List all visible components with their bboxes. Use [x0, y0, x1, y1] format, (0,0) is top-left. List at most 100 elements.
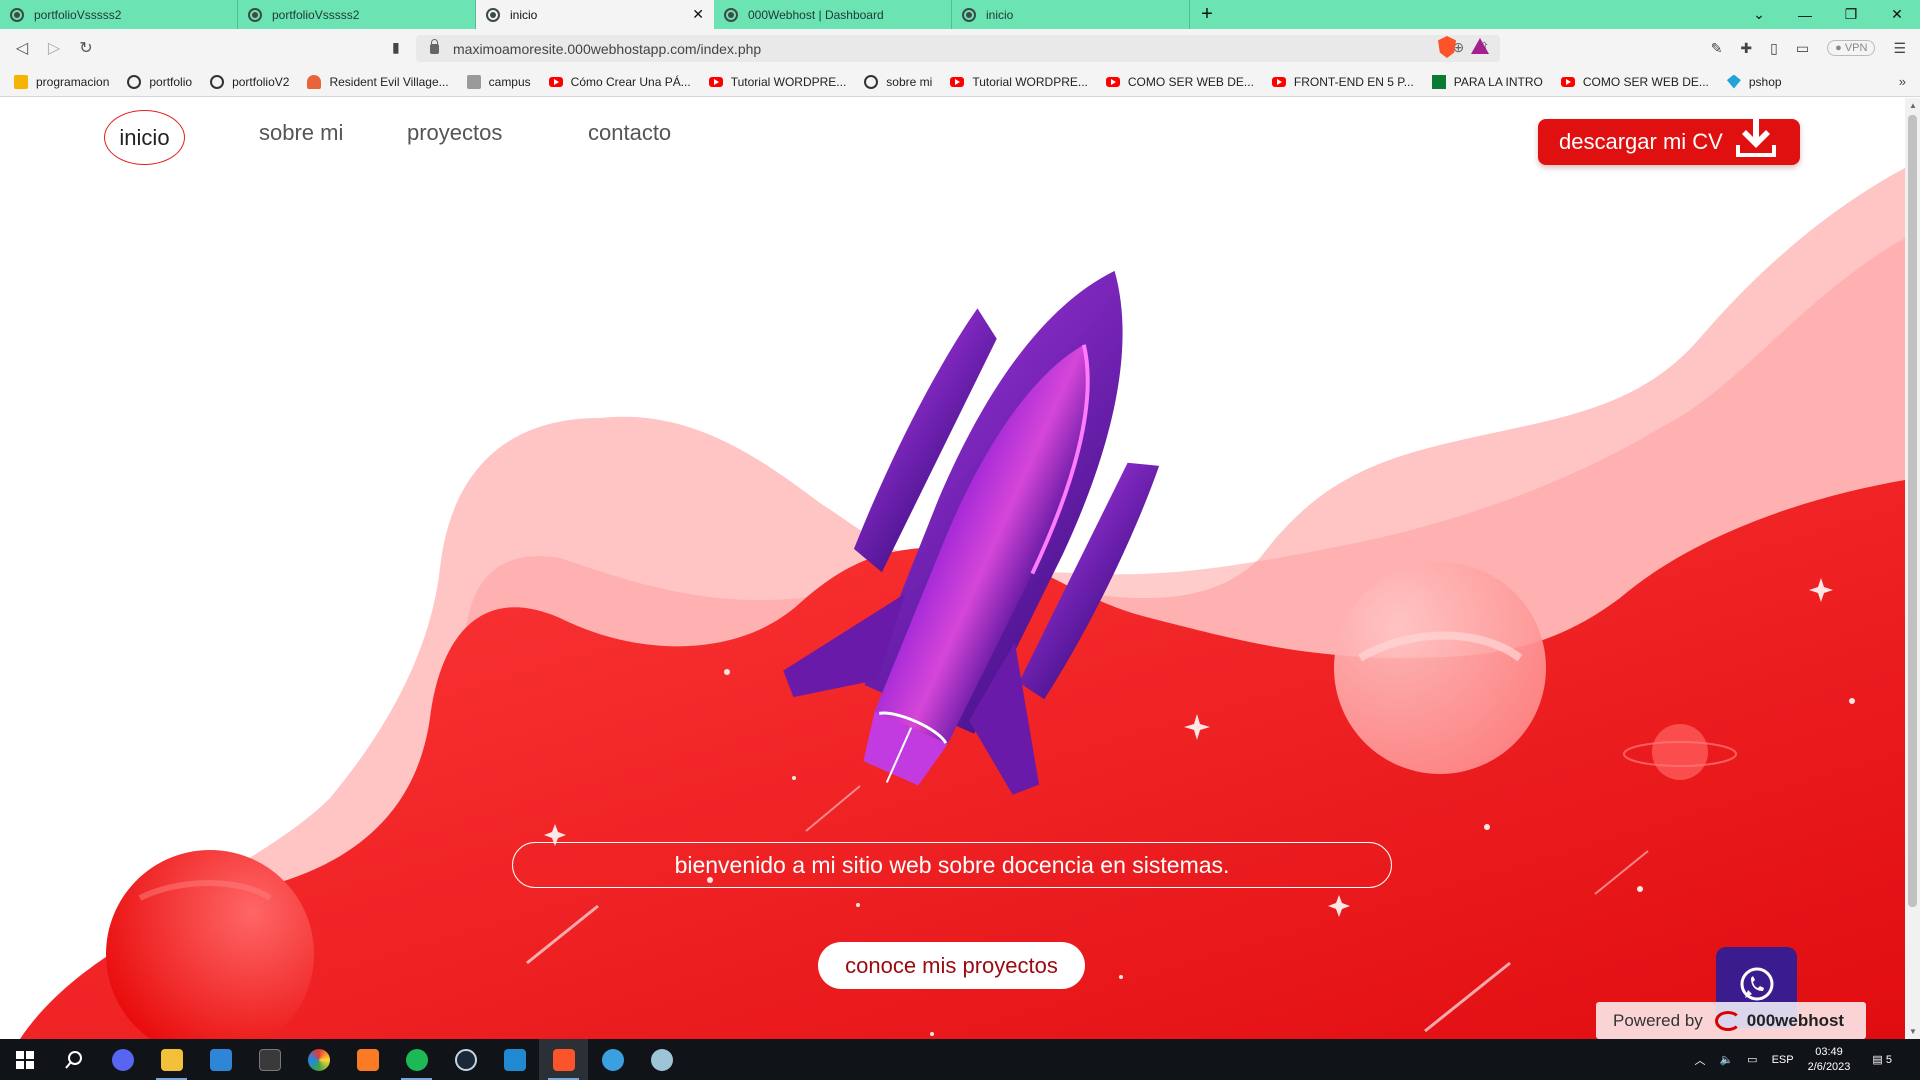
- bookmark-resident-evil[interactable]: Resident Evil Village...: [307, 74, 449, 89]
- taskbar-steam[interactable]: [441, 1039, 490, 1080]
- new-tab-button[interactable]: +: [1190, 0, 1224, 29]
- game-icon: [307, 74, 322, 89]
- vpn-button[interactable]: ● VPN: [1827, 40, 1876, 56]
- taskbar-xampp[interactable]: [343, 1039, 392, 1080]
- bookmark-como-crear[interactable]: Cómo Crear Una PÁ...: [548, 74, 691, 89]
- webhost-icon: [724, 7, 738, 22]
- bookmark-pshop[interactable]: pshop: [1726, 74, 1782, 89]
- youtube-icon: [1271, 76, 1286, 87]
- powered-by-badge[interactable]: Powered by 000webhost: [1596, 1002, 1866, 1039]
- bookmark-label: COMO SER WEB DE...: [1582, 74, 1709, 89]
- menu-icon[interactable]: ☰: [1893, 40, 1906, 57]
- taskbar-brave[interactable]: [539, 1039, 588, 1080]
- bookmark-icon[interactable]: ▮: [392, 39, 400, 56]
- bookmark-label: Resident Evil Village...: [329, 74, 449, 89]
- bookmark-label: PARA LA INTRO: [1453, 74, 1543, 89]
- taskbar-discord[interactable]: [98, 1039, 147, 1080]
- conoce-proyectos-button[interactable]: conoce mis proyectos: [818, 942, 1085, 989]
- language-indicator[interactable]: ESP: [1772, 1054, 1794, 1066]
- bookmark-sobre-mi[interactable]: sobre mi: [864, 74, 933, 89]
- taskbar-color-app[interactable]: [294, 1039, 343, 1080]
- bookmark-como-ser-web-1[interactable]: COMO SER WEB DE...: [1105, 74, 1254, 89]
- globe-icon: [864, 74, 879, 89]
- youtube-icon: [708, 76, 723, 87]
- bookmark-label: COMO SER WEB DE...: [1127, 74, 1254, 89]
- nav-contacto[interactable]: contacto: [588, 120, 671, 146]
- tab-search-icon[interactable]: ⌄: [1736, 0, 1782, 29]
- bookmark-portfoliov2[interactable]: portfolioV2: [210, 74, 289, 89]
- nav-sobre-mi[interactable]: sobre mi: [259, 120, 343, 146]
- download-cv-button[interactable]: descargar mi CV: [1538, 119, 1800, 165]
- nav-inicio[interactable]: inicio: [104, 110, 185, 165]
- tab-portfolio-2[interactable]: portfolioVsssss2: [238, 0, 476, 29]
- taskbar-browser-app[interactable]: [588, 1039, 637, 1080]
- taskbar-vscode[interactable]: [490, 1039, 539, 1080]
- maximize-button[interactable]: ❐: [1828, 0, 1874, 29]
- bookmark-campus[interactable]: campus: [466, 74, 531, 89]
- bookmark-label: portfolio: [149, 74, 193, 89]
- discord-icon: [111, 1048, 134, 1071]
- bookmark-tutorial-wordpress-2[interactable]: Tutorial WORDPRE...: [950, 75, 1088, 89]
- network-icon[interactable]: ▭: [1747, 1053, 1757, 1066]
- youtube-icon: [548, 76, 563, 87]
- bookmark-portfolio[interactable]: portfolio: [127, 74, 193, 89]
- back-icon[interactable]: ◁: [6, 38, 38, 58]
- address-toolbar: ◁ ▷ ↻ ▮ maximoamoresite.000webhostapp.co…: [0, 29, 1920, 67]
- forward-icon[interactable]: ▷: [38, 38, 70, 58]
- taskbar-paint-app[interactable]: [637, 1039, 686, 1080]
- bookmark-para-la-intro[interactable]: PARA LA INTRO: [1431, 74, 1543, 89]
- bookmark-tutorial-wordpress-1[interactable]: Tutorial WORDPRE...: [708, 75, 846, 89]
- taskbar-spotify[interactable]: [392, 1039, 441, 1080]
- volume-icon[interactable]: 🔈: [1719, 1053, 1733, 1066]
- windows-start-button[interactable]: [0, 1039, 49, 1080]
- tab-title: portfolioVsssss2: [34, 7, 122, 22]
- scroll-up-icon[interactable]: ▲: [1909, 101, 1917, 110]
- youtube-icon: [1560, 76, 1575, 87]
- notifications-icon[interactable]: ▤ 5: [1872, 1053, 1906, 1066]
- bookmark-front-end[interactable]: FRONT-END EN 5 P...: [1271, 75, 1414, 89]
- taskbar-bm[interactable]: [245, 1039, 294, 1080]
- youtube-icon: [1105, 76, 1120, 87]
- bookmark-como-ser-web-2[interactable]: COMO SER WEB DE...: [1560, 74, 1709, 89]
- tab-inicio-2[interactable]: inicio: [952, 0, 1190, 29]
- sidebar-icon[interactable]: ▯: [1770, 40, 1778, 57]
- taskbar-search[interactable]: [49, 1039, 98, 1080]
- page-scrollbar[interactable]: ▲ ▼: [1905, 98, 1920, 1039]
- brave-rewards-icon[interactable]: [1471, 38, 1489, 54]
- url-bar[interactable]: maximoamoresite.000webhostapp.com/index.…: [416, 35, 1500, 62]
- extension-toolbar: ✎ ✚ ▯ ▭ ● VPN ☰: [1711, 29, 1920, 67]
- clock[interactable]: 03:49 2/6/2023: [1808, 1045, 1851, 1075]
- extension-app-icon[interactable]: ✎: [1711, 40, 1723, 57]
- taskbar-store[interactable]: [196, 1039, 245, 1080]
- spotify-icon: [405, 1048, 428, 1071]
- close-tab-icon[interactable]: ✕: [692, 6, 704, 23]
- tab-portfolio-1[interactable]: portfolioVsssss2: [0, 0, 238, 29]
- browser-tab-bar: portfolioVsssss2 portfolioVsssss2 inicio…: [0, 0, 1920, 29]
- tab-000webhost-dashboard[interactable]: 000Webhost | Dashboard: [714, 0, 952, 29]
- bookmark-programacion[interactable]: programacion: [14, 74, 109, 89]
- reload-icon[interactable]: ↻: [70, 38, 102, 58]
- bookmark-label: pshop: [1748, 74, 1782, 89]
- globe-icon: [127, 74, 142, 89]
- download-cv-label: descargar mi CV: [1559, 129, 1723, 154]
- clock-time: 03:49: [1815, 1045, 1843, 1058]
- pshop-icon: [1726, 74, 1741, 89]
- more-bookmarks-icon[interactable]: »: [1899, 74, 1906, 89]
- download-icon: [1736, 119, 1776, 157]
- tray-chevron-icon[interactable]: ︿: [1694, 1052, 1705, 1068]
- bookmark-label: Tutorial WORDPRE...: [972, 74, 1088, 89]
- tab-inicio-active[interactable]: inicio ✕: [476, 0, 714, 29]
- tab-title: 000Webhost | Dashboard: [748, 7, 884, 22]
- bookmark-label: sobre mi: [886, 74, 933, 89]
- close-window-button[interactable]: ✕: [1874, 0, 1920, 29]
- extensions-puzzle-icon[interactable]: ✚: [1740, 40, 1752, 57]
- search-icon: [64, 1050, 82, 1069]
- minimize-button[interactable]: —: [1782, 0, 1828, 29]
- scroll-thumb[interactable]: [1908, 115, 1917, 907]
- taskbar-file-explorer[interactable]: [147, 1039, 196, 1080]
- nav-proyectos[interactable]: proyectos: [407, 120, 502, 146]
- wallet-icon[interactable]: ▭: [1796, 40, 1809, 57]
- paint-app-icon: [650, 1048, 673, 1071]
- bookmark-label: Cómo Crear Una PÁ...: [570, 74, 691, 89]
- scroll-down-icon[interactable]: ▼: [1909, 1027, 1917, 1036]
